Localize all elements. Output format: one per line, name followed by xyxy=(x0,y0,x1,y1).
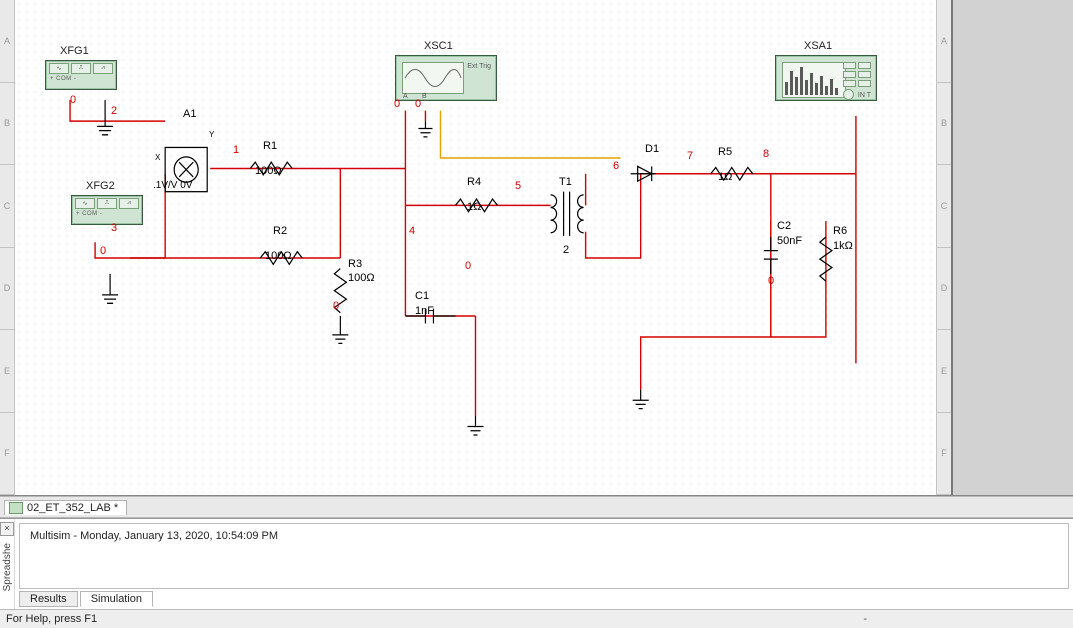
output-log[interactable]: Multisim - Monday, January 13, 2020, 10:… xyxy=(19,523,1069,589)
ruler-cell: C xyxy=(0,165,14,248)
r1-ref: R1 xyxy=(263,140,277,152)
net-0f: 0 xyxy=(465,260,471,272)
ruler-right: A B C D E F xyxy=(936,0,951,495)
r6-ref: R6 xyxy=(833,225,847,237)
status-help-text: For Help, press F1 xyxy=(6,613,97,625)
net-0e: 0 xyxy=(415,98,421,110)
net-0g: 0 xyxy=(768,275,774,287)
xsa1-io-label: IN T xyxy=(858,92,871,99)
r2-ref: R2 xyxy=(273,225,287,237)
design-tab-label: 02_ET_352_LAB * xyxy=(27,502,118,514)
net-0c: 0 xyxy=(333,300,339,312)
status-right: - xyxy=(863,613,1067,625)
ruler-left: A B C D E F xyxy=(0,0,15,495)
schematic-icon xyxy=(9,502,23,514)
net-0b: 0 xyxy=(100,245,106,257)
ruler-cell: F xyxy=(0,413,14,496)
a1-y: Y xyxy=(209,130,214,139)
xsa1-label: XSA1 xyxy=(804,40,832,52)
r6-val: 1kΩ xyxy=(833,240,853,252)
net-7: 7 xyxy=(687,150,693,162)
ruler-cell: A xyxy=(937,0,951,83)
ruler-cell: D xyxy=(937,248,951,331)
schematic-area: A B C D E F xyxy=(0,0,1073,496)
r3-ref: R3 xyxy=(348,258,362,270)
xsc1-ch-b: B xyxy=(422,93,427,100)
net-2: 2 xyxy=(111,105,117,117)
instrument-xfg1[interactable]: XFG1 ∿⎍⩘ + COM - xyxy=(45,60,117,90)
tab-results[interactable]: Results xyxy=(19,591,78,607)
xfg2-com: COM xyxy=(82,211,98,217)
schematic-canvas[interactable]: XFG1 ∿⎍⩘ + COM - XFG2 ∿⎍⩘ + COM - XSC1 E… xyxy=(15,0,936,495)
r3-val: 100Ω xyxy=(348,272,375,284)
c1-ref: C1 xyxy=(415,290,429,302)
spreadsheet-side: × Spreadshe xyxy=(0,519,15,609)
ruler-cell: F xyxy=(937,413,951,496)
r5-val: 1Ω xyxy=(718,171,732,183)
t1-ref: T1 xyxy=(559,176,572,188)
r4-val: 1Ω xyxy=(467,201,481,213)
design-tab-active[interactable]: 02_ET_352_LAB * xyxy=(4,500,127,515)
c2-val: 50nF xyxy=(777,235,802,247)
ruler-cell: C xyxy=(937,165,951,248)
xfg2-label: XFG2 xyxy=(86,180,115,192)
ruler-cell: A xyxy=(0,0,14,83)
close-icon[interactable]: × xyxy=(0,522,14,536)
output-line: Multisim - Monday, January 13, 2020, 10:… xyxy=(30,530,278,542)
a1-ref: A1 xyxy=(183,108,196,120)
net-5: 5 xyxy=(515,180,521,192)
out-of-page-region xyxy=(951,0,1073,495)
tab-simulation[interactable]: Simulation xyxy=(80,591,153,607)
net-1: 1 xyxy=(233,144,239,156)
xfg1-label: XFG1 xyxy=(60,45,89,57)
spreadsheet-tabs: Results Simulation xyxy=(15,589,1073,609)
r1-val: 100Ω xyxy=(255,165,282,177)
app-root: A B C D E F xyxy=(0,0,1073,628)
r2-val: 100Ω xyxy=(265,250,292,262)
spreadsheet-side-label: Spreadshe xyxy=(2,539,13,595)
net-6: 6 xyxy=(613,160,619,172)
ruler-cell: E xyxy=(0,330,14,413)
xfg1-com: COM xyxy=(56,76,72,82)
net-0a: 0 xyxy=(70,94,76,106)
d1-ref: D1 xyxy=(645,143,659,155)
a1-x: X xyxy=(155,153,160,162)
r4-ref: R4 xyxy=(467,176,481,188)
net-8: 8 xyxy=(763,148,769,160)
net-4: 4 xyxy=(409,225,415,237)
net-0d: 0 xyxy=(394,98,400,110)
net-3: 3 xyxy=(111,222,117,234)
a1-val: .1V/V 0V xyxy=(153,180,192,191)
ruler-cell: D xyxy=(0,248,14,331)
ruler-cell: E xyxy=(937,330,951,413)
instrument-xsa1[interactable]: XSA1 IN T xyxy=(775,55,877,101)
r5-ref: R5 xyxy=(718,146,732,158)
c1-val: 1nF xyxy=(415,305,434,317)
design-tab-bar: 02_ET_352_LAB * xyxy=(0,496,1073,518)
t1-sec: 2 xyxy=(563,244,569,256)
c2-ref: C2 xyxy=(777,220,791,232)
ruler-cell: B xyxy=(937,83,951,166)
instrument-xfg2[interactable]: XFG2 ∿⎍⩘ + COM - xyxy=(71,195,143,225)
ruler-cell: B xyxy=(0,83,14,166)
instrument-xsc1[interactable]: XSC1 Ext Trig A B xyxy=(395,55,497,101)
xsc1-label: XSC1 xyxy=(424,40,453,52)
status-bar: For Help, press F1 - xyxy=(0,609,1073,628)
xsc1-ext-trig: Ext Trig xyxy=(467,63,491,70)
xsc1-ch-a: A xyxy=(403,93,408,100)
spreadsheet-panel: × Spreadshe Multisim - Monday, January 1… xyxy=(0,518,1073,609)
